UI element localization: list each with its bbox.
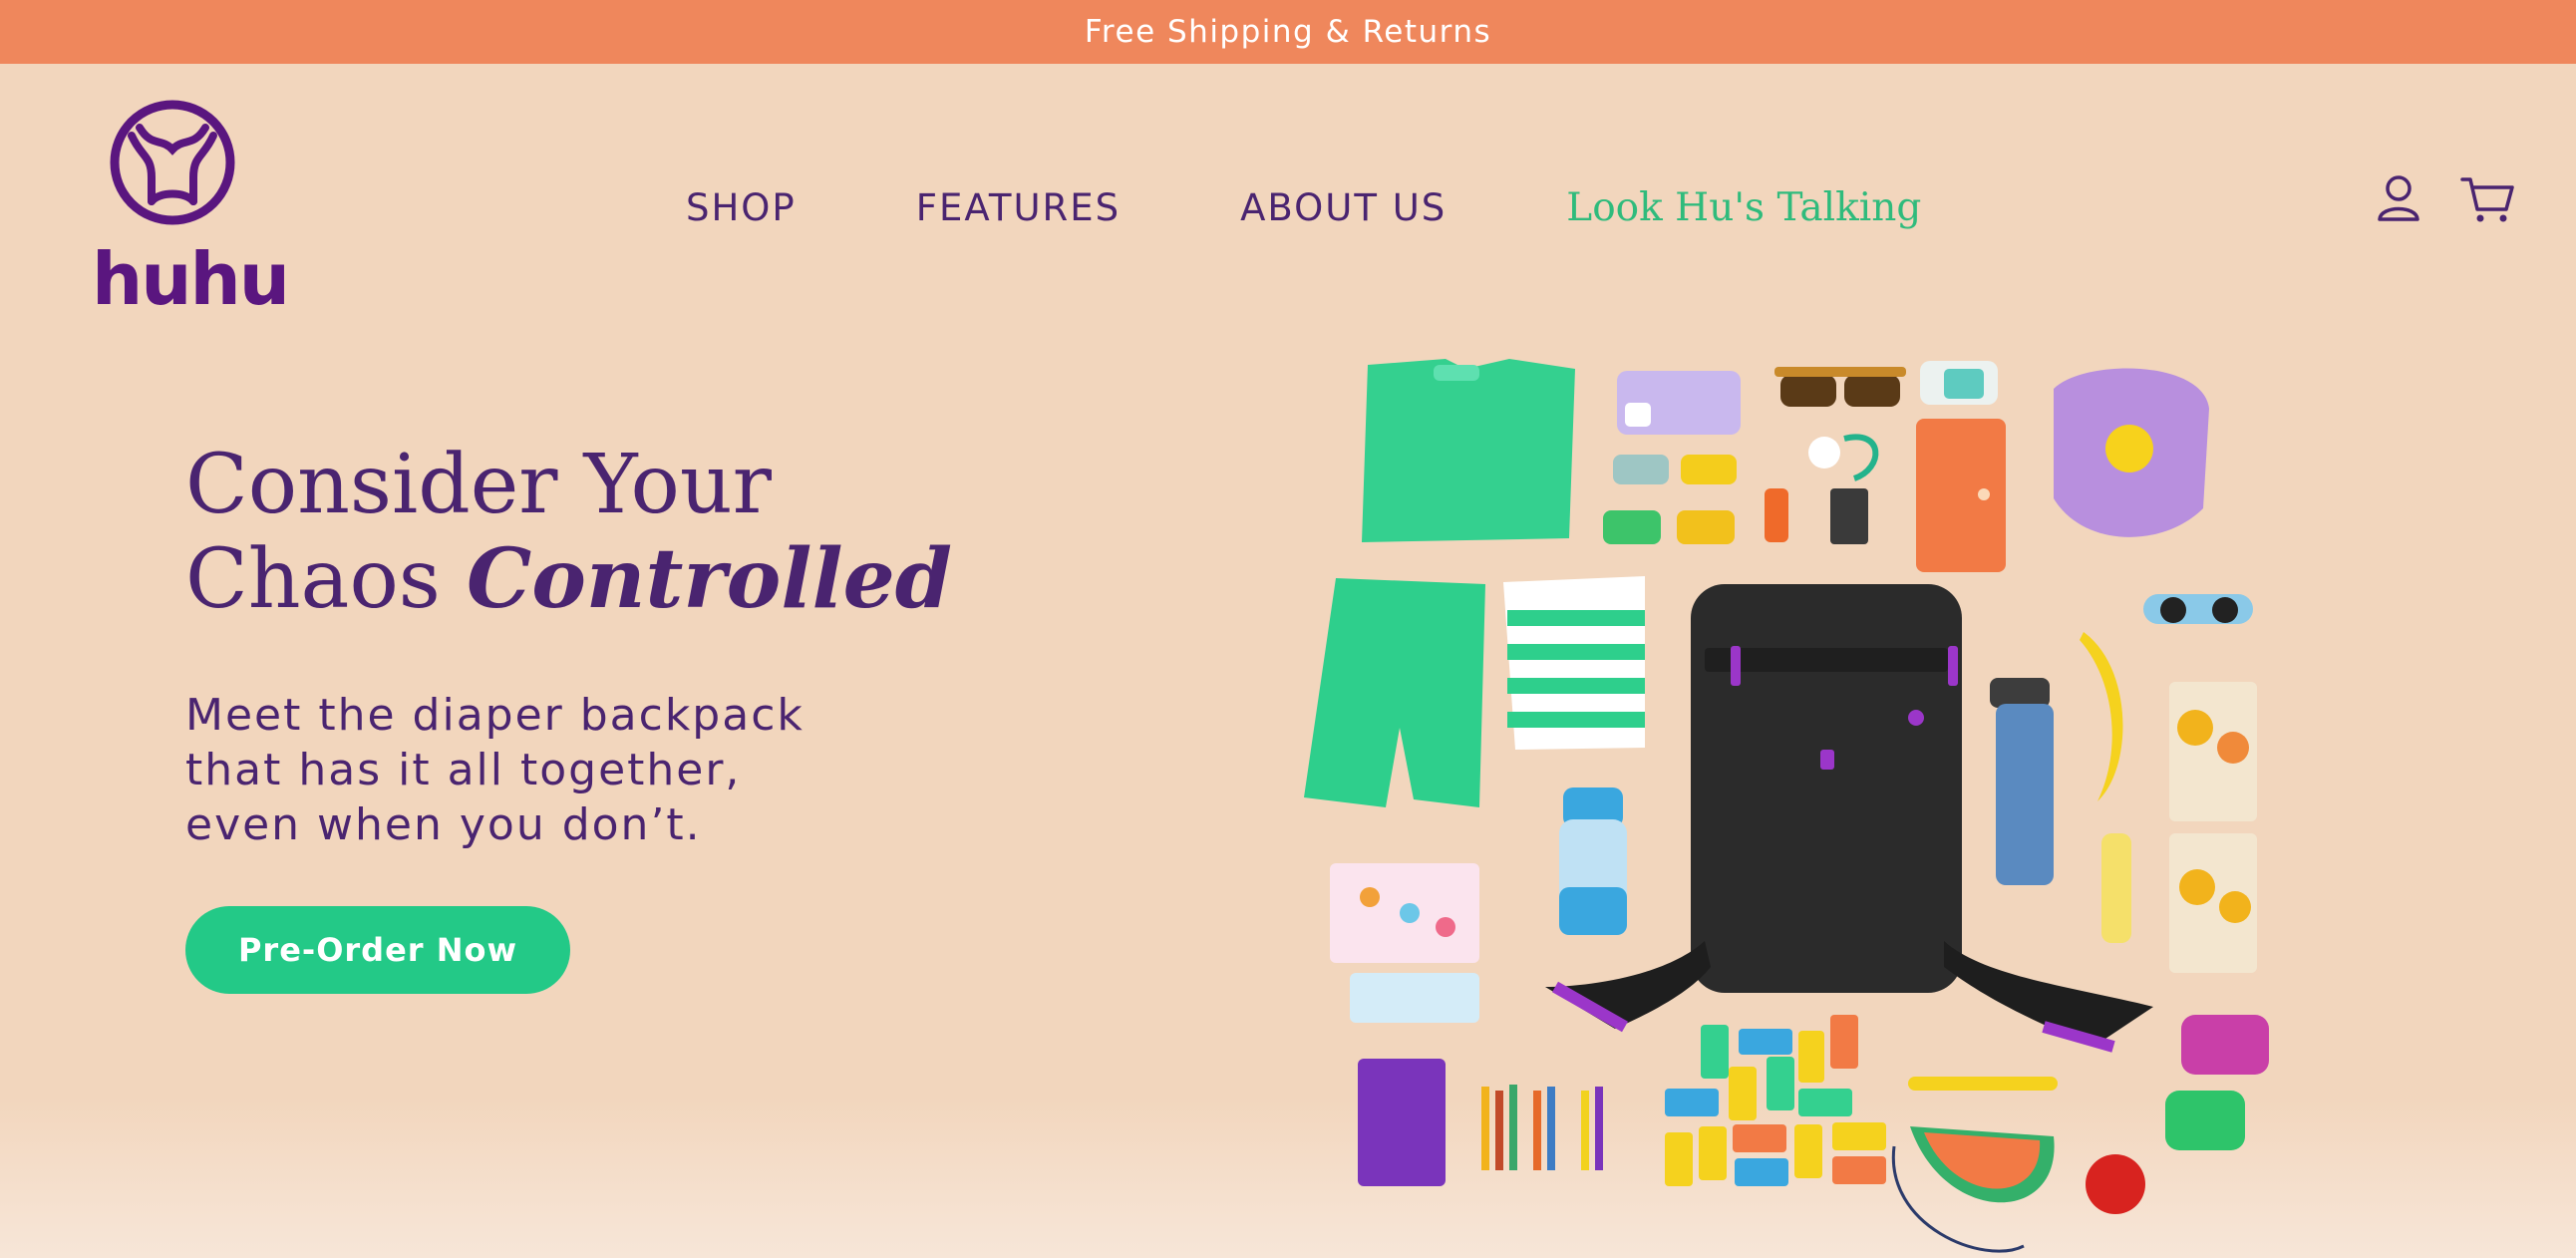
huhu-lion-icon [110,100,235,225]
nav-shop[interactable]: SHOP [686,186,797,229]
hero-title-line2: Chaos [185,532,441,627]
announcement-bar: Free Shipping & Returns [0,0,2576,64]
account-icon [2378,175,2419,221]
pre-order-button[interactable]: Pre-Order Now [185,906,570,994]
hero-subtitle-line: even when you don’t. [185,799,702,850]
hero-subtitle-line: that has it all together, [185,745,742,795]
hero-subtitle: Meet the diaper backpack that has it all… [185,688,963,852]
brand-wordmark: huhu [92,237,290,321]
hero-subtitle-line: Meet the diaper backpack [185,690,805,741]
announcement-text: Free Shipping & Returns [1084,14,1492,50]
nav-about-us[interactable]: ABOUT US [1240,186,1447,229]
hero-title: Consider Your Chaos Controlled [185,439,1003,627]
hero-title-line1: Consider Your [185,438,772,532]
cart-icon [2460,177,2514,222]
cart-button[interactable] [2460,175,2516,225]
hero-title-emphasis: Controlled [466,531,953,627]
main-nav: SHOP FEATURES ABOUT US Look Hu's Talking [686,185,1921,230]
product-flatlay-image [1304,359,2269,1253]
account-button[interactable] [2377,173,2420,223]
nav-look-hus-talking[interactable]: Look Hu's Talking [1566,185,1921,230]
brand-logo[interactable]: huhu [92,98,290,321]
nav-features[interactable]: FEATURES [916,186,1121,229]
